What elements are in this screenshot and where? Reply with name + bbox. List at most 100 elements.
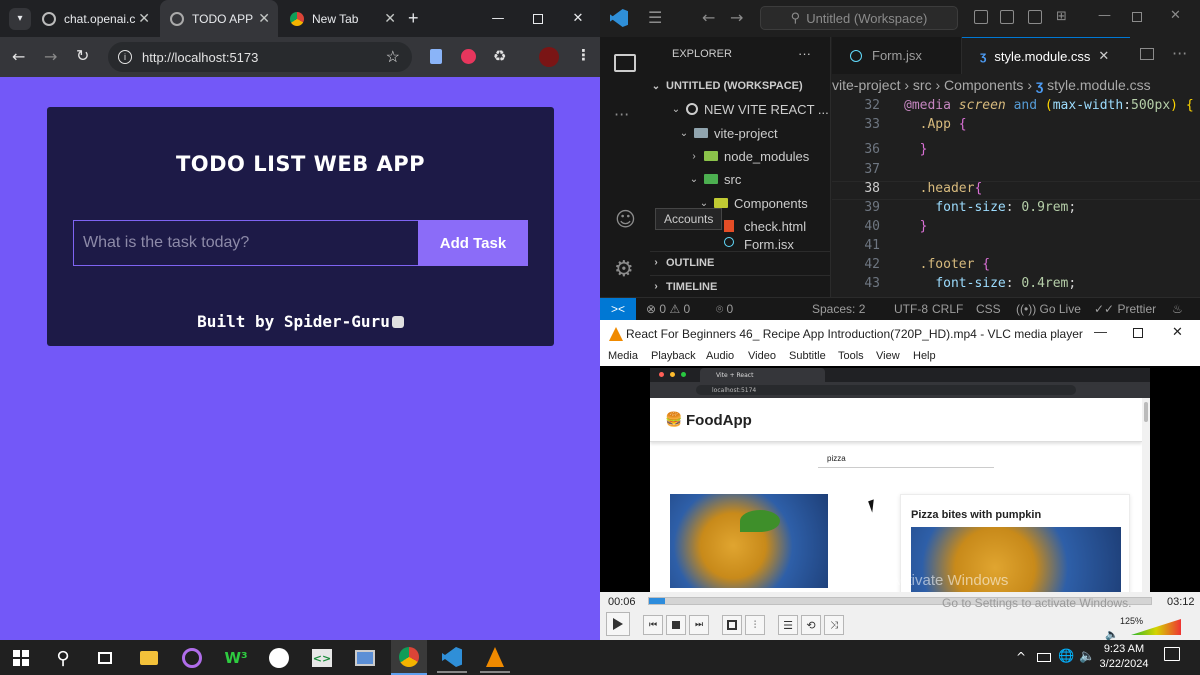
prettier-status[interactable]: ✓✓ Prettier [1094, 302, 1156, 316]
code-line[interactable]: 37 [832, 162, 904, 181]
more-actions-icon[interactable]: ··· [1172, 44, 1187, 63]
minimize-icon[interactable]: — [1098, 8, 1111, 23]
breadcrumb-item[interactable]: style.module.css [1047, 77, 1150, 93]
notification-icon[interactable] [1164, 647, 1180, 661]
timeline-section[interactable]: › TIMELINE [650, 275, 831, 297]
reload-icon[interactable]: ↻ [76, 46, 89, 65]
close-icon[interactable]: ✕ [138, 10, 150, 27]
code-line[interactable]: 38 .header{ [832, 181, 982, 200]
tab-form-jsx[interactable]: Form.jsx [832, 37, 962, 74]
breadcrumb-item[interactable]: src [913, 77, 932, 93]
app-window-button[interactable] [350, 643, 380, 673]
file-explorer-button[interactable] [134, 643, 164, 673]
chrome-taskbar-button[interactable] [391, 640, 427, 675]
info-icon[interactable]: i [118, 50, 132, 64]
address-bar[interactable]: i http://localhost:5173 ☆ [108, 42, 412, 72]
go-live-button[interactable]: ((•)) Go Live [1016, 302, 1081, 316]
hamburger-menu-icon[interactable]: ☰ [648, 8, 662, 27]
playlist-button[interactable]: ☰ [778, 615, 798, 635]
close-window-button[interactable]: ✕ [558, 0, 598, 37]
tab-new-tab[interactable]: New Tab ✕ [290, 0, 404, 37]
globe-icon[interactable]: 🌐 [1058, 649, 1074, 664]
forward-icon[interactable]: → [44, 47, 57, 66]
bell-icon[interactable]: ♨ [1172, 302, 1183, 316]
menu-media[interactable]: Media [608, 350, 638, 362]
menu-view[interactable]: View [876, 350, 900, 362]
encoding-status[interactable]: UTF-8 [894, 302, 928, 316]
vlc-taskbar-button[interactable] [480, 643, 510, 673]
split-editor-icon[interactable] [1140, 48, 1154, 60]
task-view-button[interactable] [90, 643, 120, 673]
language-status[interactable]: CSS [976, 302, 1001, 316]
minimize-button[interactable]: — [478, 0, 518, 37]
search-button[interactable]: ⚲ [48, 643, 78, 673]
code-line[interactable]: 41 [832, 238, 904, 257]
layout-icon[interactable]: ⊞ [1056, 9, 1067, 24]
toggle-sidebar-icon[interactable] [974, 10, 988, 24]
loop-button[interactable]: ⟲ [801, 615, 821, 635]
tree-item[interactable]: ⌄ NEW VITE REACT ... [650, 98, 831, 120]
avatar[interactable] [539, 47, 559, 67]
outline-section[interactable]: › OUTLINE [650, 251, 831, 273]
extension-icon[interactable] [461, 49, 476, 64]
close-icon[interactable]: ✕ [258, 10, 270, 27]
indentation-status[interactable]: Spaces: 2 [812, 302, 865, 316]
breadcrumb-item[interactable]: Components [944, 77, 1023, 93]
eol-status[interactable]: CRLF [932, 302, 963, 316]
close-icon[interactable]: ✕ [1170, 8, 1181, 23]
puzzle-icon[interactable]: ♻ [493, 47, 506, 65]
code-line[interactable]: 42 .footer { [832, 257, 990, 276]
speaker-icon[interactable]: 🔈 [1079, 649, 1095, 664]
breadcrumb-item[interactable]: vite-project [832, 77, 900, 93]
gear-icon[interactable]: ⚙ [614, 257, 634, 282]
toggle-secondary-sidebar-icon[interactable] [1028, 10, 1042, 24]
maximize-icon[interactable] [1133, 328, 1143, 338]
fullscreen-button[interactable] [722, 615, 742, 635]
ports-indicator[interactable]: ⌾ 0 [716, 302, 733, 317]
tab-style-module-css[interactable]: ʒ style.module.css ✕ [962, 37, 1130, 74]
back-icon[interactable]: ← [12, 47, 25, 66]
task-input[interactable]: What is the task today? [73, 220, 419, 266]
app-w3-button[interactable]: W³ [221, 643, 251, 673]
next-button[interactable]: ⏭ [689, 615, 709, 635]
new-tab-button[interactable]: + [408, 0, 428, 37]
tree-item[interactable]: ⌄ vite-project [650, 122, 831, 144]
menu-video[interactable]: Video [748, 350, 776, 362]
tree-item[interactable]: › node_modules [650, 145, 831, 167]
chevron-up-icon[interactable]: ^ [1016, 650, 1026, 664]
tab-search-button[interactable]: ▾ [6, 0, 34, 37]
menu-playback[interactable]: Playback [651, 350, 696, 362]
forward-icon[interactable]: → [730, 8, 743, 27]
back-icon[interactable]: ← [702, 8, 715, 27]
code-tool-button[interactable]: <> [307, 643, 337, 673]
vscode-taskbar-button[interactable] [437, 643, 467, 673]
code-line[interactable]: 39 font-size: 0.9rem; [832, 200, 1076, 219]
play-button[interactable] [606, 612, 630, 636]
menu-subtitle[interactable]: Subtitle [789, 350, 826, 362]
tree-item[interactable]: ⌄ src [650, 168, 831, 190]
code-line[interactable]: 40 } [832, 219, 927, 238]
command-center-search[interactable]: ⚲ Untitled (Workspace) [760, 6, 958, 30]
code-line[interactable]: 43 font-size: 0.4rem; [832, 276, 1076, 295]
stop-button[interactable] [666, 615, 686, 635]
tab-chatgpt[interactable]: chat.openai.c ✕ [42, 0, 158, 37]
close-icon[interactable]: ✕ [1098, 48, 1109, 64]
menu-audio[interactable]: Audio [706, 350, 734, 362]
menu-help[interactable]: Help [913, 350, 936, 362]
tab-todo-app[interactable]: TODO APP ✕ [160, 0, 278, 37]
close-icon[interactable]: ✕ [384, 10, 396, 27]
problems-indicator[interactable]: ⊗ 0 ⚠ 0 [646, 302, 690, 316]
maximize-button[interactable] [518, 0, 558, 37]
code-line[interactable]: 32 @media screen and (max-width:500px) { [832, 98, 1193, 117]
clock[interactable]: 9:23 AM 3/22/2024 [1096, 642, 1152, 672]
toggle-panel-icon[interactable] [1000, 10, 1014, 24]
code-line[interactable]: 36 } [832, 142, 927, 161]
github-desktop-button[interactable] [264, 643, 294, 673]
close-icon[interactable]: ✕ [1172, 324, 1183, 340]
workspace-header[interactable]: ⌄ UNTITLED (WORKSPACE) [650, 75, 831, 97]
extension-docs-icon[interactable] [430, 49, 442, 64]
battery-icon[interactable] [1037, 653, 1051, 662]
menu-tools[interactable]: Tools [838, 350, 864, 362]
star-icon[interactable]: ☆ [386, 47, 400, 67]
extended-settings-button[interactable]: ⫶ [745, 615, 765, 635]
